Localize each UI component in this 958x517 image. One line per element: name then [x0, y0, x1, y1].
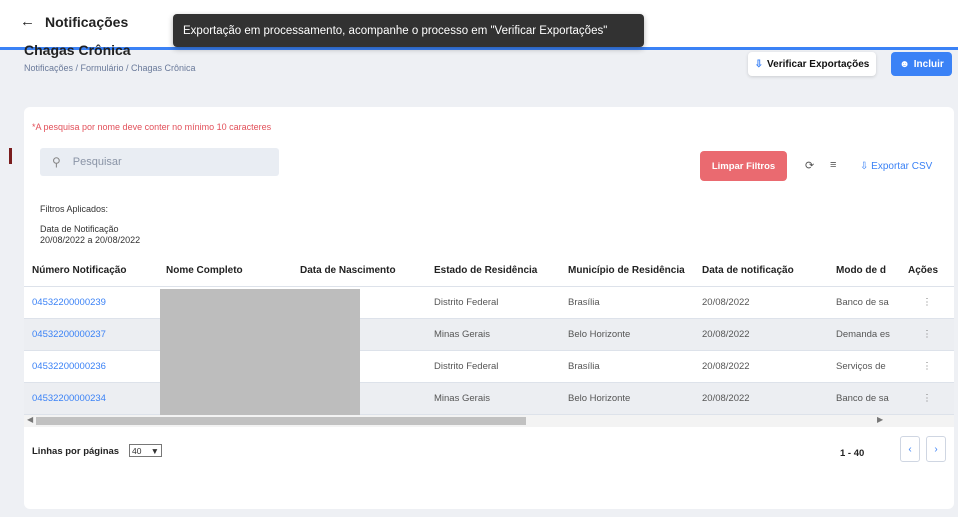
table-cell: Belo Horizonte — [560, 382, 694, 415]
prev-page-button[interactable]: ‹ — [900, 436, 920, 462]
column-header: Ações — [900, 254, 954, 287]
scroll-left-icon[interactable]: ◀ — [27, 415, 33, 424]
chevron-down-icon: ▼ — [150, 445, 159, 456]
column-header[interactable]: Número Notificação — [24, 254, 158, 287]
page-title: Chagas Crônica — [24, 42, 131, 58]
chevron-left-icon: ‹ — [908, 443, 912, 455]
table-cell: Banco de sa — [828, 382, 900, 415]
column-header[interactable]: Modo de d — [828, 254, 900, 287]
table-cell: 20/08/2022 — [694, 382, 828, 415]
table-cell: Minas Gerais — [426, 318, 560, 351]
back-label: Notificações — [45, 13, 129, 30]
more-vert-icon[interactable]: ⋮ — [900, 318, 954, 351]
toast-message: Exportação em processamento, acompanhe o… — [183, 24, 608, 37]
table-cell: Brasília — [560, 350, 694, 383]
table-cell: Minas Gerais — [426, 382, 560, 415]
next-page-button[interactable]: › — [926, 436, 946, 462]
filter-value: 20/08/2022 a 20/08/2022 — [40, 235, 141, 245]
cloud-download-icon: ⇩ — [860, 161, 869, 172]
rows-per-page-label: Linhas por páginas — [32, 446, 120, 457]
search-icon: ⚲ — [52, 155, 61, 169]
table-cell: Banco de sa — [828, 286, 900, 319]
more-vert-icon[interactable]: ⋮ — [900, 350, 954, 383]
table-cell: Distrito Federal — [426, 286, 560, 319]
search-input[interactable] — [70, 155, 265, 169]
refresh-icon[interactable]: ⟳ — [805, 159, 814, 172]
chevron-right-icon: › — [934, 443, 938, 455]
notification-number[interactable]: 04532200000239 — [24, 286, 158, 319]
table-cell: 20/08/2022 — [694, 286, 828, 319]
clear-filters-button[interactable]: Limpar Filtros — [700, 151, 787, 181]
back-button[interactable]: ← Notificações — [20, 13, 128, 30]
column-header[interactable]: Município de Residência — [560, 254, 694, 287]
side-marker — [9, 148, 12, 164]
table-cell: 20/08/2022 — [694, 350, 828, 383]
table-header-row: Número Notificação Nome Completo Data de… — [24, 254, 954, 287]
include-button[interactable]: ☻ Incluir — [891, 52, 952, 76]
rows-per-page-select[interactable]: 40 ▼ — [129, 444, 162, 457]
redacted-block — [160, 289, 360, 416]
table-cell: Brasília — [560, 286, 694, 319]
column-header[interactable]: Estado de Residência — [426, 254, 560, 287]
table-cell: Belo Horizonte — [560, 318, 694, 351]
verify-exports-label: Verificar Exportações — [767, 58, 870, 70]
table-cell: 20/08/2022 — [694, 318, 828, 351]
export-csv-button[interactable]: ⇩ Exportar CSV — [860, 161, 932, 172]
rows-per-page-value: 40 — [132, 445, 142, 456]
include-label: Incluir — [913, 58, 944, 70]
cloud-download-icon: ⇩ — [754, 58, 764, 70]
search-box[interactable]: ⚲ — [40, 148, 279, 176]
breadcrumb[interactable]: Notificações / Formulário / Chagas Crôni… — [24, 63, 196, 73]
filter-icon[interactable]: ≡ — [830, 159, 836, 171]
filter-name: Data de Notificação — [40, 224, 119, 234]
notification-number[interactable]: 04532200000234 — [24, 382, 158, 415]
notification-number[interactable]: 04532200000236 — [24, 350, 158, 383]
scroll-right-icon[interactable]: ▶ — [877, 415, 883, 424]
export-csv-label: Exportar CSV — [871, 161, 933, 172]
verify-exports-button[interactable]: ⇩ Verificar Exportações — [748, 52, 876, 76]
more-vert-icon[interactable]: ⋮ — [900, 382, 954, 415]
table-cell: Serviços de — [828, 350, 900, 383]
table-cell: Distrito Federal — [426, 350, 560, 383]
export-toast: Exportação em processamento, acompanhe o… — [173, 14, 644, 47]
filters-applied-label: Filtros Aplicados: — [40, 204, 109, 214]
table-cell: Demanda es — [828, 318, 900, 351]
column-header[interactable]: Data de Nascimento — [292, 254, 426, 287]
results-card: *A pesquisa por nome deve conter no míni… — [24, 107, 954, 509]
horizontal-scrollbar[interactable]: ◀ ▶ — [24, 415, 954, 427]
notification-number[interactable]: 04532200000237 — [24, 318, 158, 351]
add-user-icon: ☻ — [899, 58, 910, 70]
page-range: 1 - 40 — [840, 448, 865, 459]
scrollbar-thumb[interactable] — [36, 417, 526, 425]
column-header[interactable]: Data de notificação — [694, 254, 828, 287]
search-warning: *A pesquisa por nome deve conter no míni… — [32, 122, 272, 132]
column-header[interactable]: Nome Completo — [158, 254, 292, 287]
arrow-left-icon: ← — [20, 13, 35, 30]
more-vert-icon[interactable]: ⋮ — [900, 286, 954, 319]
